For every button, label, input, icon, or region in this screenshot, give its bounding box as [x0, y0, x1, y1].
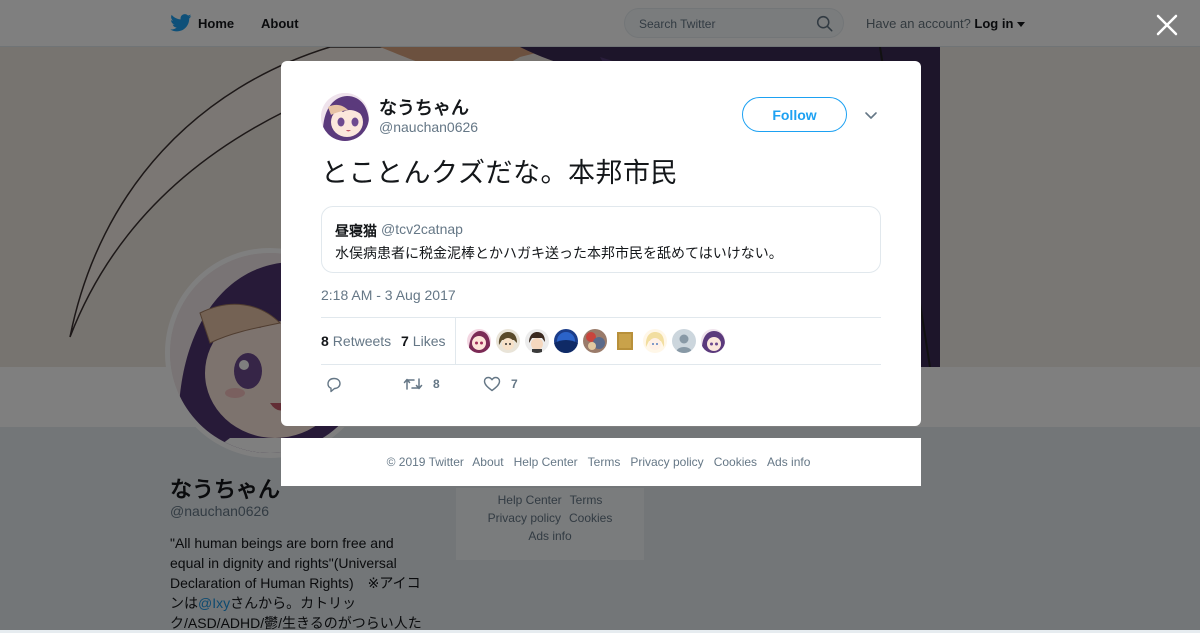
retweet-count: 8: [433, 377, 440, 391]
liker-avatar[interactable]: [525, 329, 549, 353]
chevron-down-icon[interactable]: [863, 107, 879, 123]
liker-avatar[interactable]: [467, 329, 491, 353]
tweet-author-avatar[interactable]: [321, 93, 369, 141]
liker-avatar[interactable]: [643, 329, 667, 353]
reply-icon: [327, 377, 341, 393]
likes-label: Likes: [412, 333, 446, 349]
liker-avatar[interactable]: [583, 329, 607, 353]
heart-icon: [483, 376, 501, 392]
author-avatar-illustration: [321, 93, 369, 141]
stats-divider: [455, 318, 456, 364]
retweets-count: 8: [321, 333, 329, 349]
copyright-text: © 2019 Twitter: [386, 455, 464, 469]
liker-avatar[interactable]: [615, 329, 635, 353]
liker-avatars: [467, 329, 725, 353]
tweet-timestamp[interactable]: 2:18 AM - 3 Aug 2017: [321, 287, 456, 303]
retweet-icon: [403, 378, 423, 390]
likes-count: 7: [401, 333, 409, 349]
like-button[interactable]: 7: [483, 376, 518, 392]
footer-link-ads-info[interactable]: Ads info: [767, 455, 810, 469]
footer-link-help-center[interactable]: Help Center: [514, 455, 578, 469]
retweet-button[interactable]: 8: [403, 376, 440, 392]
quoted-tweet[interactable]: 昼寝猫 @tcv2catnap 水俣病患者に税金泥棒とかハガキ送った本邦市民を舐…: [321, 206, 881, 273]
footer-link-about[interactable]: About: [472, 455, 503, 469]
quoted-author-handle: @tcv2catnap: [381, 221, 463, 237]
retweets-stat[interactable]: 8 Retweets: [321, 333, 391, 349]
tweet-modal: なうちゃん @nauchan0626 Follow とことんクズだな。本邦市民 …: [281, 61, 921, 426]
footer-link-terms[interactable]: Terms: [588, 455, 621, 469]
like-count: 7: [511, 377, 518, 391]
liker-avatar[interactable]: [672, 329, 696, 353]
modal-footer: © 2019 Twitter About Help Center Terms Priv…: [281, 438, 921, 486]
close-icon[interactable]: [1154, 12, 1180, 38]
tweet-stats: 8 Retweets 7 Likes: [321, 317, 881, 365]
tweet-author-name[interactable]: なうちゃん: [379, 94, 469, 120]
follow-button[interactable]: Follow: [742, 97, 847, 132]
reply-button[interactable]: [325, 376, 343, 394]
footer-link-cookies[interactable]: Cookies: [714, 455, 757, 469]
tweet-actions: 8 7: [321, 373, 881, 397]
tweet-text: とことんクズだな。本邦市民: [321, 158, 678, 188]
liker-avatar[interactable]: [701, 329, 725, 353]
liker-avatar[interactable]: [554, 329, 578, 353]
likes-stat[interactable]: 7 Likes: [401, 333, 445, 349]
quoted-author-name: 昼寝猫: [335, 223, 377, 239]
liker-avatar[interactable]: [496, 329, 520, 353]
quoted-tweet-text: 水俣病患者に税金泥棒とかハガキ送った本邦市民を舐めてはいけない。: [335, 245, 783, 261]
retweets-label: Retweets: [332, 333, 392, 349]
footer-link-privacy-policy[interactable]: Privacy policy: [630, 455, 703, 469]
tweet-author-handle[interactable]: @nauchan0626: [379, 119, 478, 135]
